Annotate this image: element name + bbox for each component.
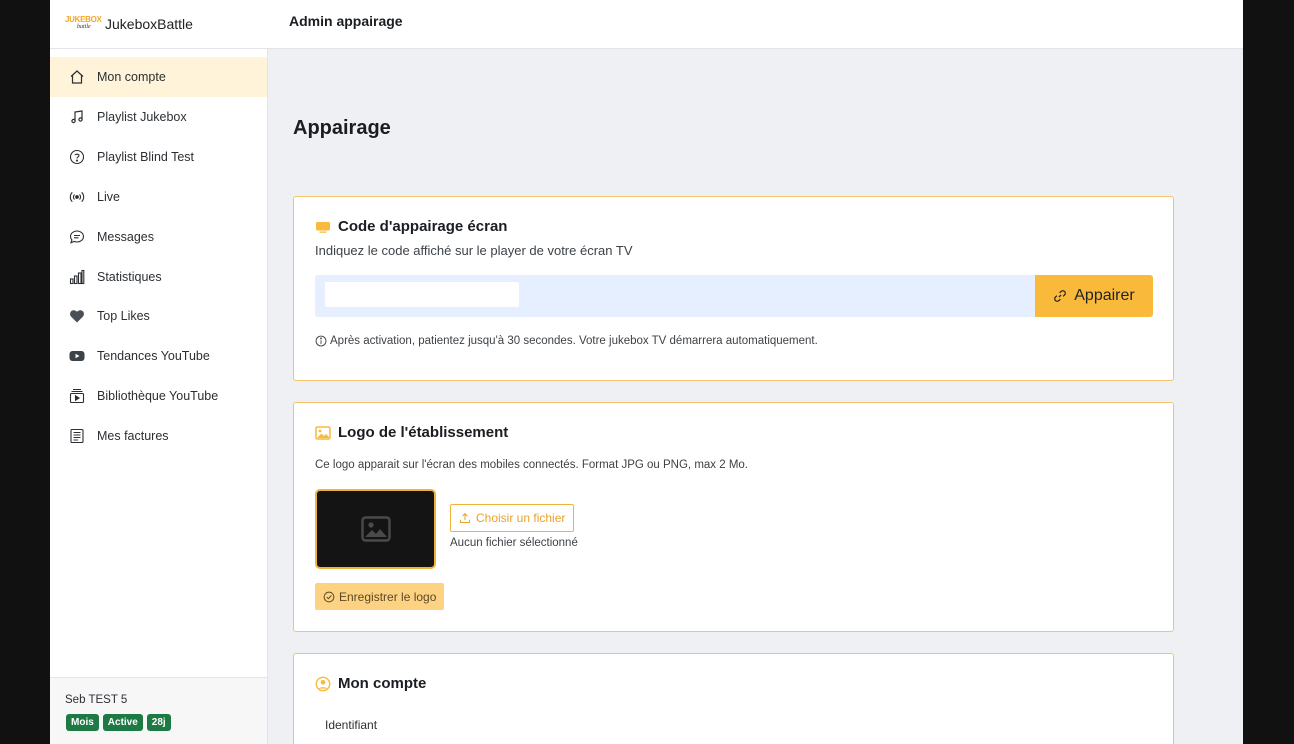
days-badge: 28j (146, 714, 171, 731)
sidebar-item-playlist-jukebox[interactable]: Playlist Jukebox (50, 97, 267, 137)
account-card-title: Mon compte (315, 675, 426, 692)
user-badges: Mois Active 28j (66, 714, 171, 731)
sidebar-item-label: Tendances YouTube (97, 349, 210, 363)
pair-button[interactable]: Appairer (1035, 275, 1153, 317)
link-icon (1054, 290, 1067, 302)
brand[interactable]: JUKEBOX battle JukeboxBattle (65, 12, 193, 36)
chat-icon (69, 229, 85, 245)
sidebar-item-label: Bibliothèque YouTube (97, 389, 219, 403)
check-circle-icon (323, 591, 335, 602)
header-title: Admin appairage (289, 13, 403, 29)
info-icon (315, 335, 327, 347)
youtube-icon (69, 348, 85, 364)
bar-chart-icon (69, 269, 85, 285)
sidebar: Mon compte Playlist Jukebox Playlist Bli… (50, 49, 268, 744)
upload-icon (460, 513, 470, 523)
pairing-card-title: Code d'appairage écran (315, 218, 507, 235)
home-icon (69, 69, 85, 85)
logo-preview (315, 489, 436, 569)
collection-play-icon (69, 388, 85, 404)
sidebar-item-label: Mes factures (97, 429, 169, 443)
sidebar-item-top-likes[interactable]: Top Likes (50, 296, 267, 336)
logo-card-title: Logo de l'établissement (315, 424, 508, 441)
sidebar-item-bibliotheque-youtube[interactable]: Bibliothèque YouTube (50, 376, 267, 416)
brand-logo: JUKEBOX battle (65, 15, 102, 30)
file-status: Aucun fichier sélectionné (450, 537, 578, 549)
sidebar-item-mes-factures[interactable]: Mes factures (50, 416, 267, 456)
image-icon (315, 425, 331, 441)
broadcast-icon (69, 189, 85, 205)
user-box: Seb TEST 5 Mois Active 28j (50, 677, 267, 744)
sidebar-item-statistiques[interactable]: Statistiques (50, 257, 267, 297)
sidebar-item-mon-compte[interactable]: Mon compte (50, 57, 267, 97)
pairing-note: Après activation, patientez jusqu'à 30 s… (315, 335, 818, 347)
status-badge: Active (102, 714, 143, 731)
choose-file-button[interactable]: Choisir un fichier (450, 504, 575, 532)
sidebar-item-live[interactable]: Live (50, 177, 267, 217)
logo-card: Logo de l'établissement Ce logo apparait… (293, 402, 1174, 632)
sidebar-item-tendances-youtube[interactable]: Tendances YouTube (50, 336, 267, 376)
pairing-row: Appairer (315, 275, 1153, 317)
sidebar-item-label: Mon compte (97, 70, 166, 84)
question-circle-icon (69, 149, 85, 165)
page-title: Appairage (293, 117, 391, 139)
sidebar-item-label: Messages (97, 230, 154, 244)
sidebar-item-label: Statistiques (97, 270, 162, 284)
tv-icon (315, 219, 331, 235)
sidebar-item-messages[interactable]: Messages (50, 217, 267, 257)
pairing-card: Code d'appairage écran Indiquez le code … (293, 196, 1174, 381)
user-circle-icon (315, 676, 331, 692)
sidebar-item-label: Live (97, 190, 120, 204)
heart-icon (69, 308, 85, 324)
sidebar-item-label: Playlist Jukebox (97, 110, 187, 124)
brand-name: JukeboxBattle (105, 16, 193, 32)
pairing-code-input[interactable] (325, 282, 519, 307)
sidebar-item-playlist-blind-test[interactable]: Playlist Blind Test (50, 137, 267, 177)
image-placeholder-icon (360, 516, 391, 542)
save-logo-button[interactable]: Enregistrer le logo (315, 583, 445, 610)
sidebar-item-label: Playlist Blind Test (97, 150, 195, 164)
identifier-label: Identifiant (325, 718, 378, 732)
top-bar: JUKEBOX battle JukeboxBattle Admin appai… (50, 0, 1243, 49)
account-card: Mon compte Identifiant (293, 653, 1174, 744)
app-window: JUKEBOX battle JukeboxBattle Admin appai… (50, 0, 1243, 744)
pairing-subtitle: Indiquez le code affiché sur le player d… (315, 243, 633, 258)
user-name: Seb TEST 5 (65, 694, 128, 706)
music-note-icon (69, 109, 85, 125)
plan-badge: Mois (66, 714, 99, 731)
sidebar-item-label: Top Likes (97, 309, 150, 323)
logo-subtitle: Ce logo apparait sur l'écran des mobiles… (315, 459, 748, 471)
receipt-icon (69, 428, 85, 444)
